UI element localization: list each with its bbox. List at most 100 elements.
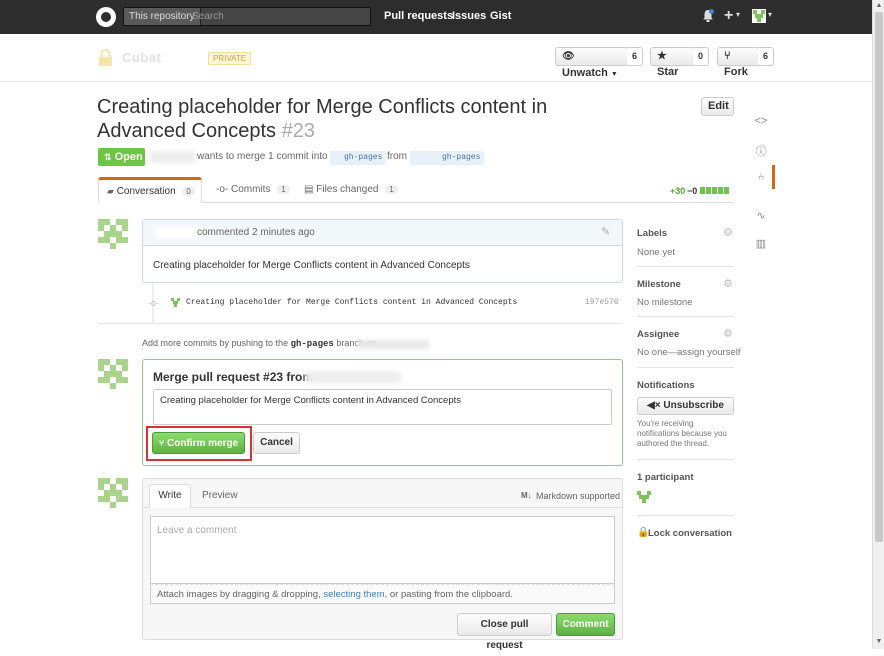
tab-commits-count: 1 [277,185,290,194]
code-icon[interactable]: <> [754,115,768,127]
attach-text-start: Attach images by dragging & dropping, [157,589,321,600]
tab-files-label: Files changed [316,184,379,195]
comment-textarea[interactable]: Leave a comment [150,516,615,584]
unwatch-label: Unwatch [562,67,608,79]
tab-files-changed[interactable]: ▤ Files changed 1 [304,184,398,195]
unsubscribe-button[interactable]: ◀× Unsubscribe [637,397,734,415]
repo-name[interactable]: Cubat [122,50,161,65]
repo-owner-redacted [357,340,429,349]
comment-discussion-icon: ▰ [107,186,114,196]
labels-gear-icon[interactable]: ⚙ [723,228,733,239]
diffstat-bar [700,187,732,194]
forks-count[interactable]: 6 [758,47,774,66]
author-name-redacted [150,151,196,163]
mute-icon: ◀× [647,400,661,411]
file-diff-icon: ▤ [304,184,314,195]
comment-button[interactable]: Comment [556,613,615,636]
search-box[interactable]: This repository [123,7,371,26]
commit-icon: -o- [216,184,229,195]
search-input[interactable] [192,8,362,25]
markdown-icon: M↓ [521,491,532,500]
assignee-value[interactable]: No one—assign yourself [637,347,741,358]
tab-write[interactable]: Write [149,484,191,508]
commit-message[interactable]: Creating placeholder for Merge Conflicts… [186,298,517,307]
edit-pencil-icon[interactable]: ✎ [601,225,610,238]
nav-pull-requests[interactable]: Pull requests [384,10,453,22]
current-user-avatar[interactable] [98,478,128,508]
tab-conversation[interactable]: ▰ Conversation 0 [98,177,202,203]
commit-sha[interactable]: 197e576 [585,298,619,307]
close-pull-request-button[interactable]: Close pull request [457,613,552,651]
tab-commits-label: Commits [231,184,271,195]
nav-gist[interactable]: Gist [490,10,511,22]
create-caret-icon[interactable]: ▾ [736,10,740,19]
pr-icon: ⇅ [104,152,112,162]
fork-button[interactable]: ⑂ Fork [717,47,759,78]
pull-requests-icon[interactable]: ⑃ [754,171,768,183]
diffstat-removed: −0 [687,186,698,196]
star-button[interactable]: ★ Star [650,47,694,78]
push-hint-branch: gh-pages [290,339,334,349]
attach-text-end: , or pasting from the clipboard. [384,589,513,600]
participant-avatar[interactable] [637,491,651,505]
diffstat-added: +30 [670,186,686,196]
labels-heading[interactable]: Labels [637,228,667,239]
sidebar-divider [637,266,734,267]
user-avatar[interactable] [752,9,766,23]
graphs-icon[interactable]: ▥ [754,237,768,250]
commit-author-avatar[interactable] [171,298,180,307]
tab-conversation-label: Conversation [116,186,176,197]
watchers-count[interactable]: 6 [627,47,643,66]
cancel-merge-button[interactable]: Cancel [253,432,300,454]
sidebar-divider [637,459,734,460]
star-label: Star [657,66,679,78]
push-hint-text: Add more commits by pushing to the [142,338,289,348]
scroll-up-icon[interactable]: ▲ [875,2,883,10]
pulse-icon[interactable]: ∿ [754,209,768,222]
page-scrollbar[interactable]: ▲ ▼ [872,0,884,649]
user-caret-icon[interactable]: ▾ [768,10,772,19]
assignee-gear-icon[interactable]: ⚙ [723,329,733,340]
comment-author-avatar[interactable] [98,219,128,249]
tab-preview[interactable]: Preview [202,490,238,501]
head-branch[interactable]: gh-pages [438,151,485,165]
attach-images-bar[interactable]: Attach images by dragging & dropping, se… [150,584,615,604]
lock-conversation-link[interactable]: Lock conversation [648,528,732,539]
commit-dot-icon: -o- [148,298,159,308]
stars-count[interactable]: 0 [693,47,709,66]
comment-header: commented 2 minutes ago ✎ [143,220,622,246]
page-title: Creating placeholder for Merge Conflicts… [97,95,617,143]
base-branch[interactable]: gh-pages [340,151,387,165]
comment-body: Creating placeholder for Merge Conflicts… [153,260,470,271]
fork-icon: ⑂ [724,50,731,62]
notifications-bell-icon[interactable] [702,9,714,22]
github-logo-icon[interactable] [96,7,116,27]
scroll-down-icon[interactable]: ▼ [875,638,883,646]
push-hint: Add more commits by pushing to the gh-pa… [142,338,376,349]
pr-state-label: Open [114,151,143,163]
select-files-link[interactable]: selecting them [323,589,384,600]
pr-state-badge: ⇅ Open [98,148,145,166]
caret-down-icon: ▼ [610,71,618,78]
sidebar-divider [637,367,734,368]
create-new-icon[interactable]: + [724,7,733,25]
unwatch-button[interactable]: 👁 Unwatch ▼ [555,47,628,79]
assignee-heading[interactable]: Assignee [637,329,679,340]
merge-author-avatar[interactable] [98,359,128,389]
markdown-supported-link[interactable]: Markdown supported [536,491,620,501]
conversation-tab-content: ▰ Conversation 0 [107,186,195,197]
write-tabs-divider [142,507,623,508]
merge-commit-message-input[interactable]: Creating placeholder for Merge Conflicts… [153,389,612,425]
pr-title-text: Creating placeholder for Merge Conflicts… [97,96,548,142]
nav-issues[interactable]: Issues [452,10,486,22]
scroll-thumb[interactable] [875,12,883,542]
sidebar-divider [637,316,734,317]
search-scope-label: This repository [124,8,201,25]
edit-title-button[interactable]: Edit [701,97,734,116]
milestone-gear-icon[interactable]: ⚙ [723,279,733,290]
issues-icon[interactable]: ⓘ [754,143,768,159]
tab-commits[interactable]: -o- Commits 1 [216,184,290,195]
milestone-heading[interactable]: Milestone [637,279,681,290]
confirm-merge-button[interactable]: ⑂ Confirm merge [152,432,245,454]
sidebar-divider [637,515,734,516]
